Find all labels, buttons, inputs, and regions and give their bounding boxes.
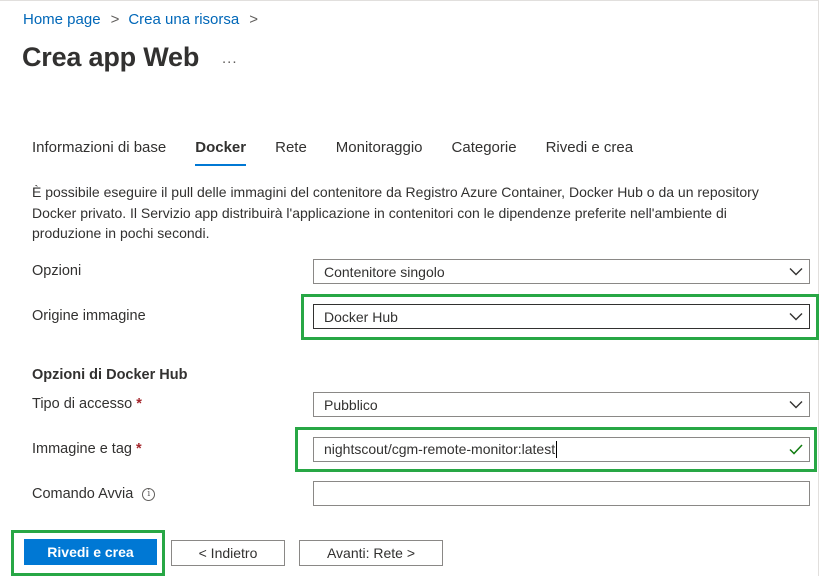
image-source-dropdown[interactable]: Docker Hub [313,304,810,329]
docker-hub-options-heading: Opzioni di Docker Hub [32,367,188,383]
image-tag-label-text: Immagine e tag [32,441,132,457]
chevron-down-icon [783,305,809,328]
access-type-label-text: Tipo di accesso [32,396,133,412]
startup-command-input[interactable] [313,481,810,506]
tab-networking[interactable]: Rete [275,139,307,166]
tab-monitoring[interactable]: Monitoraggio [336,139,423,166]
breadcrumb-separator: > [249,11,258,28]
startup-command-label: Comando Avvia i [32,486,156,502]
access-type-label: Tipo di accesso * [32,396,142,412]
access-type-value: Pubblico [324,396,378,413]
chevron-down-icon [783,393,809,416]
image-source-label-text: Origine immagine [32,308,146,324]
breadcrumb-home-link[interactable]: Home page [23,11,101,28]
breadcrumb-separator: > [110,11,120,28]
tab-basics[interactable]: Informazioni di base [32,139,166,166]
text-cursor [556,441,558,459]
image-tag-label: Immagine e tag * [32,441,142,457]
required-marker: * [135,441,142,457]
image-source-value: Docker Hub [324,308,398,325]
more-options-button[interactable]: ... [222,50,238,67]
tab-tags[interactable]: Categorie [452,139,517,166]
image-tag-value: nightscout/cgm-remote-monitor:latest [324,441,783,459]
startup-command-label-text: Comando Avvia [32,486,134,502]
options-label-text: Opzioni [32,263,82,279]
checkmark-icon [783,438,809,461]
info-icon[interactable]: i [142,487,156,501]
required-marker: * [136,396,142,412]
tab-docker[interactable]: Docker [195,139,246,166]
review-create-button[interactable]: Rivedi e crea [24,539,157,565]
image-tag-input[interactable]: nightscout/cgm-remote-monitor:latest [313,437,810,462]
chevron-down-icon [783,260,809,283]
breadcrumb: Home page > Crea una risorsa > [23,11,267,28]
breadcrumb-create-resource-link[interactable]: Crea una risorsa [128,11,239,28]
docker-description: È possibile eseguire il pull delle immag… [32,184,759,241]
image-source-label: Origine immagine [32,308,146,324]
page-title: Crea app Web [22,42,200,72]
tab-bar: Informazioni di base Docker Rete Monitor… [32,139,662,166]
tab-review-create[interactable]: Rivedi e crea [546,139,634,166]
previous-button[interactable]: < Indietro [171,540,285,566]
image-tag-text: nightscout/cgm-remote-monitor:latest [324,440,556,457]
options-value: Contenitore singolo [324,263,445,280]
next-networking-button[interactable]: Avanti: Rete > [299,540,443,566]
options-label: Opzioni [32,263,81,279]
options-dropdown[interactable]: Contenitore singolo [313,259,810,284]
access-type-dropdown[interactable]: Pubblico [313,392,810,417]
top-border [0,0,819,1]
